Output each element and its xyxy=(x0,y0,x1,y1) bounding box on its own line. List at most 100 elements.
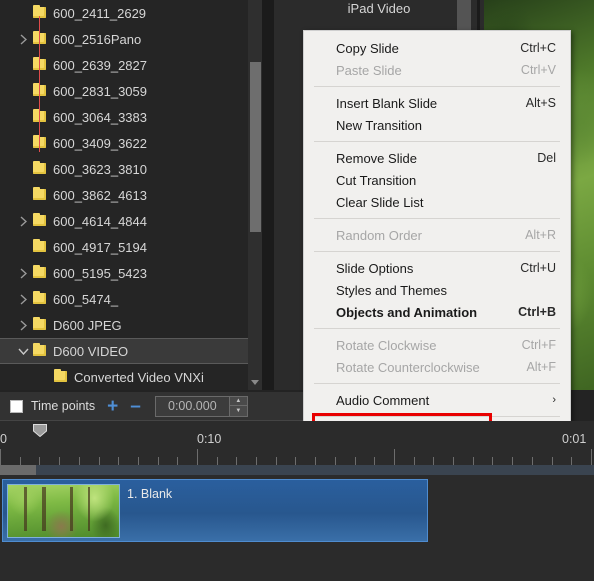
tree-item-label: Converted Video VNXi xyxy=(74,369,204,385)
tree-item-converted-video-vnxi[interactable]: Converted Video VNXi xyxy=(0,364,262,390)
tree-vertical-scrollbar[interactable] xyxy=(248,0,262,390)
ruler-tick xyxy=(335,457,336,465)
menu-item-shortcut: Ctrl+F xyxy=(521,338,556,352)
slide-list-item[interactable]: 1. Blank xyxy=(2,479,428,542)
ruler-tick xyxy=(552,457,553,465)
menu-item-label: Random Order xyxy=(336,227,422,243)
tree-item-label: D600 JPEG xyxy=(53,317,122,333)
secondary-scrollbar-thumb[interactable] xyxy=(457,0,471,30)
folder-icon xyxy=(32,234,49,260)
slide-list-panel[interactable]: 1. Blank xyxy=(0,465,594,581)
folder-icon xyxy=(32,104,49,130)
tree-item-label: 600_3862_4613 xyxy=(53,187,147,203)
menu-item-shortcut: Alt+F xyxy=(526,360,556,374)
slide-title-label: 1. Blank xyxy=(127,487,173,501)
menu-separator xyxy=(314,328,560,329)
menu-item-cut-transition[interactable]: Cut Transition xyxy=(304,169,570,191)
menu-item-label: Styles and Themes xyxy=(336,282,448,298)
tree-item-label: 600_4917_5194 xyxy=(53,239,147,255)
menu-item-label: Insert Blank Slide xyxy=(336,95,438,111)
chevron-right-icon[interactable] xyxy=(14,208,32,234)
time-stepper[interactable]: ▲ ▼ xyxy=(228,396,247,416)
slide-track-bar xyxy=(0,465,594,475)
remove-time-point-button[interactable]: – xyxy=(130,397,141,416)
menu-item-insert-blank-slide[interactable]: Insert Blank Slide Alt+S xyxy=(304,92,570,114)
time-points-checkbox[interactable] xyxy=(10,399,23,413)
ruler-tick xyxy=(473,457,474,465)
ruler-tick xyxy=(118,457,119,465)
chevron-right-icon: › xyxy=(552,394,556,406)
ruler-tick xyxy=(158,457,159,465)
ruler-label: 0:01 xyxy=(562,432,587,446)
menu-item-shortcut: Ctrl+V xyxy=(520,63,556,77)
time-value-field[interactable]: 0:00.000 ▲ ▼ xyxy=(154,395,248,417)
stepper-down-icon[interactable]: ▼ xyxy=(229,406,247,416)
tree-item-600-4614-4844[interactable]: 600_4614_4844 xyxy=(0,208,262,234)
menu-item-remove-slide[interactable]: Remove Slide Del xyxy=(304,147,570,169)
tree-item-label: 600_3409_3622 xyxy=(53,135,147,151)
chevron-down-icon[interactable] xyxy=(14,338,32,364)
tree-item-d600-video[interactable]: D600 VIDEO xyxy=(0,338,262,364)
tree-item-600-3623-3810[interactable]: 600_3623_3810 xyxy=(0,156,262,182)
folder-icon xyxy=(32,286,49,312)
tree-item-label: 600_5195_5423 xyxy=(53,265,147,281)
tree-item-label: 600_2639_2827 xyxy=(53,57,147,73)
menu-separator xyxy=(314,416,560,417)
ruler-tick xyxy=(414,457,415,465)
add-time-point-button[interactable]: + xyxy=(107,397,118,416)
ruler-tick xyxy=(492,457,493,465)
ruler-tick xyxy=(79,457,80,465)
menu-separator xyxy=(314,383,560,384)
menu-item-label: Clear Slide List xyxy=(336,194,424,210)
time-points-label: Time points xyxy=(31,399,96,413)
tree-item-600-5195-5423[interactable]: 600_5195_5423 xyxy=(0,260,262,286)
tree-item-label: 600_5474_ xyxy=(53,291,119,307)
ruler-tick xyxy=(138,457,139,465)
menu-item-objects-and-animation[interactable]: Objects and Animation Ctrl+B xyxy=(304,301,570,323)
playhead-handle[interactable] xyxy=(33,424,47,438)
menu-item-shortcut: Ctrl+U xyxy=(520,261,556,275)
menu-item-label: New Transition xyxy=(336,117,422,133)
scroll-down-arrow-icon[interactable] xyxy=(248,374,262,390)
menu-item-copy-slide[interactable]: Copy Slide Ctrl+C xyxy=(304,37,570,59)
ruler-tick xyxy=(374,457,375,465)
tree-item-d600-jpeg[interactable]: D600 JPEG xyxy=(0,312,262,338)
tree-item-600-4917-5194[interactable]: 600_4917_5194 xyxy=(0,234,262,260)
ruler-tick xyxy=(177,457,178,465)
chevron-right-icon[interactable] xyxy=(14,286,32,312)
time-value-text: 0:00.000 xyxy=(168,399,217,413)
ruler-tick xyxy=(315,457,316,465)
menu-item-label: Remove Slide xyxy=(336,150,417,166)
tree-item-600-3862-4613[interactable]: 600_3862_4613 xyxy=(0,182,262,208)
ruler-tick xyxy=(591,449,592,465)
menu-item-new-transition[interactable]: New Transition xyxy=(304,114,570,136)
menu-item-styles-and-themes[interactable]: Styles and Themes xyxy=(304,279,570,301)
folder-icon xyxy=(32,26,49,52)
chevron-right-icon[interactable] xyxy=(14,260,32,286)
menu-item-shortcut: Del xyxy=(537,151,556,165)
ruler-tick xyxy=(39,457,40,465)
ruler-tick xyxy=(217,457,218,465)
ruler-tick xyxy=(532,457,533,465)
playhead-line xyxy=(39,16,40,152)
ruler-tick xyxy=(0,449,1,465)
folder-icon xyxy=(32,312,49,338)
tree-scrollbar-thumb[interactable] xyxy=(250,62,261,232)
menu-item-shortcut: Ctrl+C xyxy=(520,41,556,55)
menu-item-clear-slide-list[interactable]: Clear Slide List xyxy=(304,191,570,213)
menu-item-audio-comment[interactable]: Audio Comment › xyxy=(304,389,570,411)
timeline-ruler[interactable]: 0 0:10 0:01 xyxy=(0,421,594,465)
folder-icon xyxy=(32,130,49,156)
chevron-right-icon[interactable] xyxy=(14,312,32,338)
menu-item-rotate-counterclockwise: Rotate Counterclockwise Alt+F xyxy=(304,356,570,378)
tree-item-label: 600_3064_3383 xyxy=(53,109,147,125)
ruler-tick xyxy=(20,457,21,465)
tree-item-600-5474[interactable]: 600_5474_ xyxy=(0,286,262,312)
chevron-right-icon[interactable] xyxy=(14,26,32,52)
stepper-up-icon[interactable]: ▲ xyxy=(229,396,247,406)
menu-item-slide-options[interactable]: Slide Options Ctrl+U xyxy=(304,257,570,279)
